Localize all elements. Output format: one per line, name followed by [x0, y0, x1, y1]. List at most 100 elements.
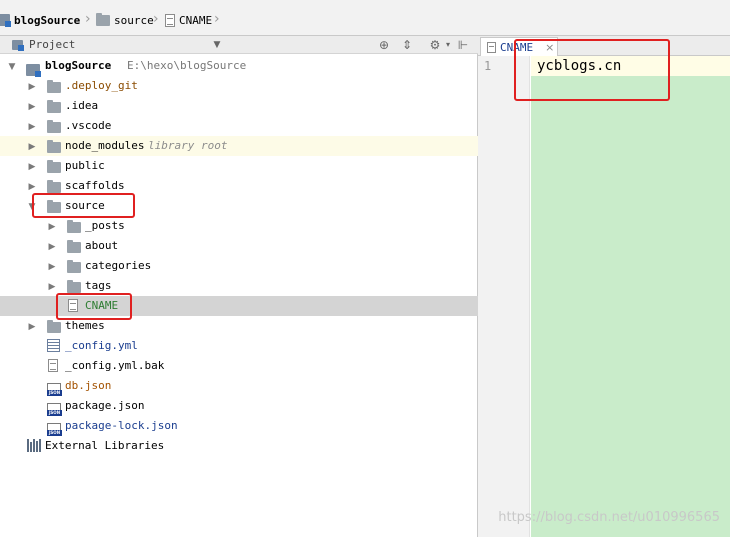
- breadcrumb-cname[interactable]: CNAME: [165, 11, 212, 29]
- tree-item-idea[interactable]: ▶ .idea: [0, 96, 478, 116]
- dropdown-arrow-icon[interactable]: ▼: [210, 38, 224, 52]
- tree-item-config-yml[interactable]: _config.yml: [0, 336, 478, 356]
- collapsed-arrow-icon[interactable]: ▶: [47, 262, 57, 272]
- tree-item-cname[interactable]: CNAME: [0, 296, 478, 316]
- json-file-icon: JSON: [47, 382, 62, 396]
- breadcrumb-label: source: [114, 13, 154, 27]
- tree-item-label: .deploy_git: [65, 79, 138, 92]
- collapsed-arrow-icon[interactable]: ▶: [27, 162, 37, 172]
- editor-gutter: 1: [478, 56, 530, 537]
- tree-item-categories[interactable]: ▶ categories: [0, 256, 478, 276]
- tree-item-label: _posts: [85, 219, 125, 232]
- text-file-icon: [487, 41, 496, 53]
- collapsed-arrow-icon[interactable]: ▶: [47, 282, 57, 292]
- tree-item-label: _config.yml.bak: [65, 359, 165, 372]
- code-line[interactable]: ycblogs.cn: [537, 58, 621, 74]
- tree-item-label: package-lock.json: [65, 419, 178, 432]
- collapsed-arrow-icon[interactable]: ▶: [27, 182, 37, 192]
- collapsed-arrow-icon[interactable]: ▶: [47, 222, 57, 232]
- project-view-icon: [12, 39, 24, 51]
- yml-file-icon: [47, 339, 60, 352]
- tree-item-package-json[interactable]: JSON package.json: [0, 396, 478, 416]
- collapsed-arrow-icon[interactable]: ▶: [47, 242, 57, 252]
- tree-item-label: _config.yml: [65, 339, 138, 352]
- tree-item-label: node_modules: [65, 139, 145, 152]
- editor-tab-bar: CNAME ×: [478, 36, 730, 56]
- navigation-bar: blogSource › source › CNAME ›: [0, 0, 730, 36]
- tree-item-tags[interactable]: ▶ tags: [0, 276, 478, 296]
- json-file-icon: JSON: [47, 402, 62, 416]
- gear-icon[interactable]: ⚙: [428, 38, 442, 52]
- tree-item-source[interactable]: ▼ source: [0, 196, 478, 216]
- tab-cname[interactable]: CNAME ×: [480, 37, 558, 56]
- tree-item-label: about: [85, 239, 119, 252]
- project-folder-icon: [26, 64, 41, 77]
- locate-icon[interactable]: ⊕: [377, 38, 391, 52]
- chevron-right-icon: ›: [153, 11, 159, 27]
- tree-item-label: tags: [85, 279, 112, 292]
- collapse-all-icon[interactable]: ⇕: [400, 38, 414, 52]
- collapsed-arrow-icon[interactable]: ▶: [27, 142, 37, 152]
- tree-item-db-json[interactable]: JSON db.json: [0, 376, 478, 396]
- breadcrumb-blogsource[interactable]: blogSource: [0, 11, 80, 29]
- folder-icon: [67, 220, 81, 233]
- folder-icon: [47, 160, 61, 173]
- editor-pane: CNAME × 1 ycblogs.cn: [478, 36, 730, 537]
- expanded-arrow-icon[interactable]: ▼: [27, 202, 37, 212]
- collapsed-arrow-icon[interactable]: ▶: [27, 102, 37, 112]
- project-view-selector[interactable]: Project: [12, 38, 75, 51]
- tree-item-label: categories: [85, 259, 152, 272]
- tree-item-label: themes: [65, 319, 105, 332]
- hide-icon[interactable]: ⊩: [456, 38, 470, 52]
- tab-label: CNAME: [500, 40, 534, 54]
- chevron-right-icon: ›: [214, 11, 220, 27]
- collapsed-arrow-icon[interactable]: ▶: [27, 322, 37, 332]
- breadcrumb-source[interactable]: source: [96, 11, 154, 29]
- folder-icon: [47, 140, 61, 153]
- tree-item-label: External Libraries: [45, 439, 165, 452]
- line-number: 1: [484, 59, 492, 73]
- collapsed-arrow-icon[interactable]: ▶: [27, 82, 37, 92]
- folder-icon: [67, 260, 81, 273]
- tree-item-label: .idea: [65, 99, 99, 112]
- tree-item-label: source: [65, 199, 105, 212]
- tree-item-external-libraries[interactable]: External Libraries: [0, 436, 478, 456]
- project-tool-window: Project ▼ ⊕ ⇕ ⚙ ▾ ⊩ ▼ blogSource E:\hexo…: [0, 36, 478, 537]
- tree-item-node-modules[interactable]: ▶ node_modules library root: [0, 136, 478, 156]
- breadcrumb-label: blogSource: [14, 13, 81, 27]
- folder-icon: [47, 100, 61, 113]
- tree-item-label: scaffolds: [65, 179, 125, 192]
- project-toolbar: Project ▼ ⊕ ⇕ ⚙ ▾ ⊩: [0, 36, 478, 54]
- tree-item-about[interactable]: ▶ about: [0, 236, 478, 256]
- tree-item-themes[interactable]: ▶ themes: [0, 316, 478, 336]
- tree-item-config-yml-bak[interactable]: _config.yml.bak: [0, 356, 478, 376]
- folder-icon: [67, 280, 81, 293]
- text-file-icon: [165, 13, 175, 27]
- watermark: https://blog.csdn.net/u010996565: [498, 510, 720, 525]
- gear-dropdown-icon[interactable]: ▾: [441, 38, 455, 52]
- tree-item-label: public: [65, 159, 105, 172]
- project-folder-icon: [0, 14, 11, 27]
- folder-icon: [67, 240, 81, 253]
- collapsed-arrow-icon[interactable]: ▶: [27, 122, 37, 132]
- tree-root[interactable]: ▼ blogSource E:\hexo\blogSource: [0, 56, 478, 77]
- folder-icon: [47, 120, 61, 133]
- close-icon[interactable]: ×: [545, 41, 554, 54]
- tree-item-label: .vscode: [65, 119, 112, 132]
- json-file-icon: JSON: [47, 422, 62, 436]
- chevron-right-icon: ›: [85, 11, 91, 27]
- tree-item-label: blogSource: [45, 59, 112, 72]
- text-file-icon: [68, 299, 78, 312]
- folder-icon: [96, 12, 110, 26]
- expanded-arrow-icon[interactable]: ▼: [7, 62, 17, 72]
- tree-item-package-lock-json[interactable]: JSON package-lock.json: [0, 416, 478, 436]
- library-root-hint: library root: [148, 139, 228, 152]
- tree-item-label: CNAME: [85, 299, 119, 312]
- tree-item-public[interactable]: ▶ public: [0, 156, 478, 176]
- tree-item-deploy-git[interactable]: ▶ .deploy_git: [0, 76, 478, 96]
- code-area[interactable]: ycblogs.cn: [531, 56, 730, 537]
- tree-item-posts[interactable]: ▶ _posts: [0, 216, 478, 236]
- tree-item-vscode[interactable]: ▶ .vscode: [0, 116, 478, 136]
- folder-icon: [47, 80, 61, 93]
- tree-item-scaffolds[interactable]: ▶ scaffolds: [0, 176, 478, 196]
